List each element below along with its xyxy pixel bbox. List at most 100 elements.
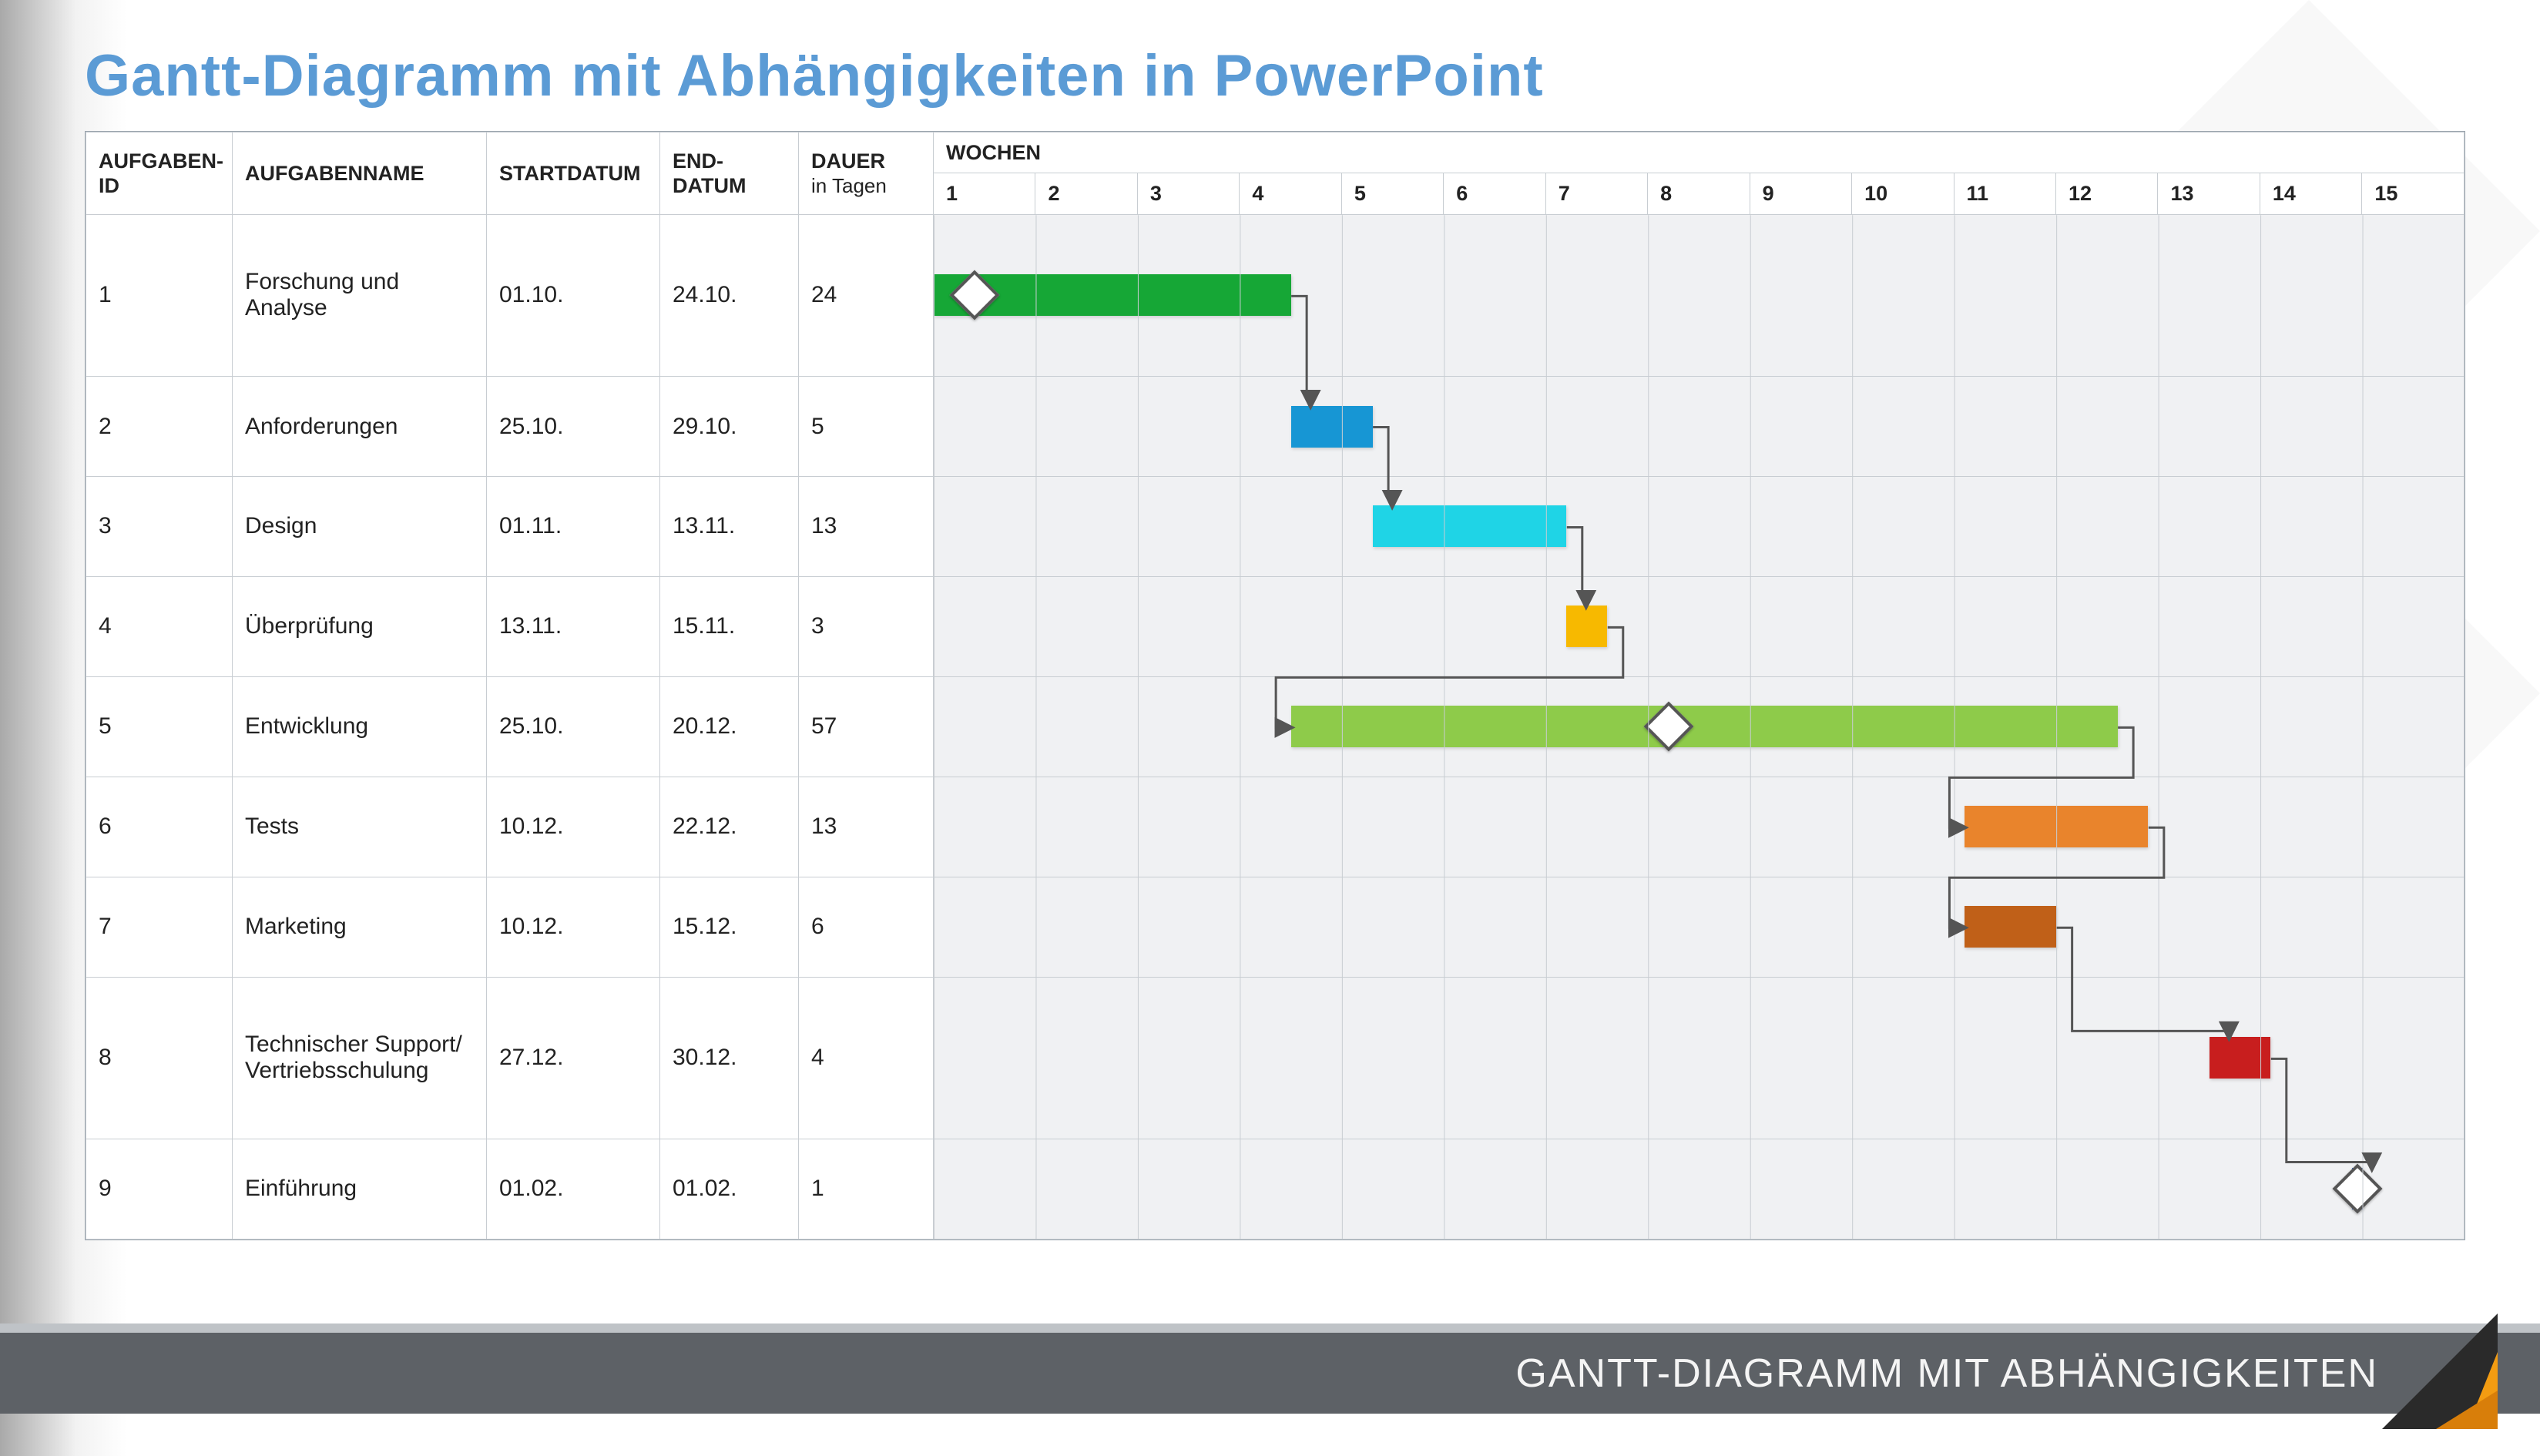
gantt-cell (934, 214, 2465, 376)
gantt-cell (934, 877, 2465, 977)
cell-start: 10.12. (487, 877, 660, 977)
cell-dur: 13 (799, 777, 934, 877)
cell-name: Marketing (233, 877, 487, 977)
week-num: 3 (1137, 173, 1239, 214)
cell-name: Überprüfung (233, 576, 487, 676)
gantt-bar (1965, 806, 2148, 847)
week-num: 6 (1444, 173, 1545, 214)
cell-start: 25.10. (487, 676, 660, 777)
table-row: 1Forschung und Analyse01.10.24.10.24 (86, 214, 2465, 376)
cell-end: 15.11. (660, 576, 799, 676)
corner-accent (2382, 1313, 2498, 1429)
gantt-bar (1373, 505, 1567, 547)
cell-start: 27.12. (487, 977, 660, 1139)
week-num: 13 (2158, 173, 2260, 214)
cell-id: 1 (86, 214, 233, 376)
gantt-cell (934, 477, 2465, 577)
cell-end: 13.11. (660, 477, 799, 577)
cell-name: Forschung und Analyse (233, 214, 487, 376)
cell-end: 30.12. (660, 977, 799, 1139)
cell-start: 01.10. (487, 214, 660, 376)
cell-id: 6 (86, 777, 233, 877)
gantt-bar (2209, 1037, 2270, 1079)
gantt-bar (1965, 906, 2056, 948)
page-title: Gantt-Diagramm mit Abhängigkeiten in Pow… (85, 42, 1544, 109)
cell-dur: 1 (799, 1139, 934, 1239)
week-num: 1 (934, 173, 1035, 214)
cell-start: 13.11. (487, 576, 660, 676)
cell-name: Technischer Support/ Vertriebsschulung (233, 977, 487, 1139)
cell-id: 2 (86, 377, 233, 477)
gantt-bar (1566, 606, 1607, 647)
cell-name: Einführung (233, 1139, 487, 1239)
gantt-cell (934, 977, 2465, 1139)
cell-end: 15.12. (660, 877, 799, 977)
week-num: 2 (1035, 173, 1137, 214)
week-num: 14 (2260, 173, 2361, 214)
gantt-bar (1291, 406, 1373, 448)
table-row: 6Tests10.12.22.12.13 (86, 777, 2465, 877)
cell-id: 3 (86, 477, 233, 577)
col-header-dur: DAUER in Tagen (799, 133, 934, 215)
gantt-table: AUFGABEN-ID AUFGABENNAME STARTDATUM END-… (86, 132, 2465, 1240)
cell-start: 25.10. (487, 377, 660, 477)
cell-id: 4 (86, 576, 233, 676)
gantt-cell (934, 576, 2465, 676)
table-row: 2Anforderungen25.10.29.10.5 (86, 377, 2465, 477)
gantt-cell (934, 676, 2465, 777)
cell-start: 01.11. (487, 477, 660, 577)
table-row: 9Einführung01.02.01.02.1 (86, 1139, 2465, 1239)
slide: Gantt-Diagramm mit Abhängigkeiten in Pow… (0, 0, 2540, 1456)
cell-end: 24.10. (660, 214, 799, 376)
week-num: 9 (1750, 173, 1851, 214)
col-header-name: AUFGABENNAME (233, 133, 487, 215)
table-row: 7Marketing10.12.15.12.6 (86, 877, 2465, 977)
cell-name: Design (233, 477, 487, 577)
week-num: 8 (1648, 173, 1750, 214)
cell-dur: 13 (799, 477, 934, 577)
week-num: 4 (1240, 173, 1341, 214)
col-header-id: AUFGABEN-ID (86, 133, 233, 215)
cell-dur: 4 (799, 977, 934, 1139)
cell-start: 01.02. (487, 1139, 660, 1239)
cell-name: Entwicklung (233, 676, 487, 777)
gantt-cell (934, 377, 2465, 477)
col-header-weeks: WOCHEN (934, 133, 2465, 173)
week-num: 12 (2055, 173, 2157, 214)
cell-name: Anforderungen (233, 377, 487, 477)
cell-end: 29.10. (660, 377, 799, 477)
gantt-cell (934, 777, 2465, 877)
col-header-end: END-DATUM (660, 133, 799, 215)
week-num: 10 (1852, 173, 1954, 214)
footer-text: GANTT-DIAGRAMM MIT ABHÄNGIGKEITEN (1515, 1350, 2378, 1397)
cell-id: 8 (86, 977, 233, 1139)
table-row: 3Design01.11.13.11.13 (86, 477, 2465, 577)
cell-dur: 5 (799, 377, 934, 477)
week-num: 11 (1954, 173, 2055, 214)
week-num: 5 (1341, 173, 1443, 214)
col-header-start: STARTDATUM (487, 133, 660, 215)
cell-dur: 6 (799, 877, 934, 977)
cell-id: 9 (86, 1139, 233, 1239)
cell-dur: 3 (799, 576, 934, 676)
cell-id: 7 (86, 877, 233, 977)
cell-id: 5 (86, 676, 233, 777)
cell-name: Tests (233, 777, 487, 877)
cell-end: 22.12. (660, 777, 799, 877)
cell-end: 20.12. (660, 676, 799, 777)
cell-start: 10.12. (487, 777, 660, 877)
table-row: 8Technischer Support/ Vertriebsschulung2… (86, 977, 2465, 1139)
table-row: 5Entwicklung25.10.20.12.57 (86, 676, 2465, 777)
cell-dur: 57 (799, 676, 934, 777)
week-num: 7 (1545, 173, 1647, 214)
table-row: 4Überprüfung13.11.15.11.3 (86, 576, 2465, 676)
dur-label: DAUER (811, 149, 885, 173)
gantt-cell (934, 1139, 2465, 1239)
dur-sublabel: in Tagen (811, 174, 887, 197)
week-num: 15 (2362, 173, 2465, 214)
gantt-bar (1291, 706, 2118, 747)
milestone-diamond-icon (2332, 1164, 2382, 1214)
cell-end: 01.02. (660, 1139, 799, 1239)
footer-bar: GANTT-DIAGRAMM MIT ABHÄNGIGKEITEN (0, 1333, 2540, 1414)
gantt-chart: AUFGABEN-ID AUFGABENNAME STARTDATUM END-… (85, 131, 2465, 1240)
